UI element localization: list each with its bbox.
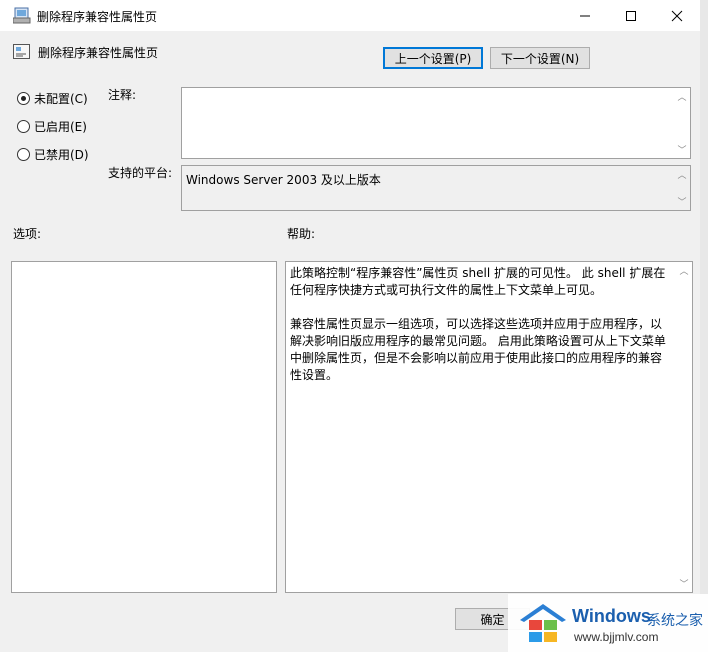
scroll-up-icon[interactable]: ︿ <box>679 264 688 277</box>
help-section-label: 帮助: <box>287 227 316 241</box>
scroll-down-icon[interactable]: ﹀ <box>679 577 688 590</box>
platform-field: Windows Server 2003 及以上版本 ︿ ﹀ <box>181 165 691 211</box>
watermark-suffix: 系统之家 <box>647 613 703 629</box>
scroll-down-icon[interactable]: ﹀ <box>677 143 686 156</box>
title-bar[interactable]: 删除程序兼容性属性页 <box>0 0 700 31</box>
help-scrollbar[interactable]: ︿ ﹀ <box>676 262 692 592</box>
help-text: 此策略控制“程序兼容性”属性页 shell 扩展的可见性。 此 shell 扩展… <box>290 265 672 384</box>
radio-enabled[interactable]: 已启用(E) <box>17 117 87 135</box>
radio-label-enabled: 已启用(E) <box>34 119 87 134</box>
scroll-up-icon[interactable]: ︿ <box>677 90 686 103</box>
platform-scrollbar[interactable]: ︿ ﹀ <box>674 166 690 210</box>
next-setting-button[interactable]: 下一个设置(N) <box>490 47 590 69</box>
radio-circle-selected[interactable] <box>17 91 30 105</box>
options-pane <box>11 261 277 593</box>
watermark-brand: Windows <box>572 606 651 626</box>
help-pane: 此策略控制“程序兼容性”属性页 shell 扩展的可见性。 此 shell 扩展… <box>285 261 693 593</box>
scroll-up-icon[interactable]: ︿ <box>677 168 686 181</box>
radio-not-configured[interactable]: 未配置(C) <box>17 89 88 107</box>
comment-textarea[interactable]: ︿ ﹀ <box>181 87 691 159</box>
watermark-url: www.bjjmlv.com <box>574 630 659 644</box>
policy-app-icon <box>13 7 31 24</box>
minimize-button[interactable] <box>562 0 608 31</box>
policy-title: 删除程序兼容性属性页 <box>38 46 159 60</box>
radio-label-disabled: 已禁用(D) <box>34 147 89 162</box>
minimize-icon <box>580 15 590 16</box>
windows-logo-icon <box>520 604 566 642</box>
platform-label: 支持的平台: <box>108 166 173 180</box>
watermark: Windows 系统之家 www.bjjmlv.com <box>508 594 708 652</box>
radio-circle[interactable] <box>17 147 30 161</box>
window-title: 删除程序兼容性属性页 <box>37 10 158 24</box>
background-window-edge <box>700 0 708 652</box>
radio-circle[interactable] <box>17 119 30 133</box>
previous-setting-button[interactable]: 上一个设置(P) <box>383 47 483 69</box>
maximize-icon <box>626 10 636 21</box>
options-section-label: 选项: <box>13 227 42 241</box>
scroll-down-icon[interactable]: ﹀ <box>677 195 686 208</box>
radio-disabled[interactable]: 已禁用(D) <box>17 145 89 163</box>
help-paragraph-2: 兼容性属性页显示一组选项，可以选择这些选项并应用于应用程序，以解决影响旧版应用程… <box>290 317 666 382</box>
policy-dialog: 删除程序兼容性属性页 删除程序兼容性属性页 上一个设置(P) 下一个设置(N) … <box>0 0 701 652</box>
comment-scrollbar[interactable]: ︿ ﹀ <box>674 88 690 158</box>
radio-label-not-configured: 未配置(C) <box>34 91 88 106</box>
help-paragraph-1: 此策略控制“程序兼容性”属性页 shell 扩展的可见性。 此 shell 扩展… <box>290 266 666 297</box>
platform-value: Windows Server 2003 及以上版本 <box>186 173 381 187</box>
policy-setting-icon <box>13 44 30 59</box>
close-button[interactable] <box>654 0 700 31</box>
maximize-button[interactable] <box>608 0 654 31</box>
comment-label: 注释: <box>108 88 137 102</box>
close-icon <box>671 10 683 21</box>
